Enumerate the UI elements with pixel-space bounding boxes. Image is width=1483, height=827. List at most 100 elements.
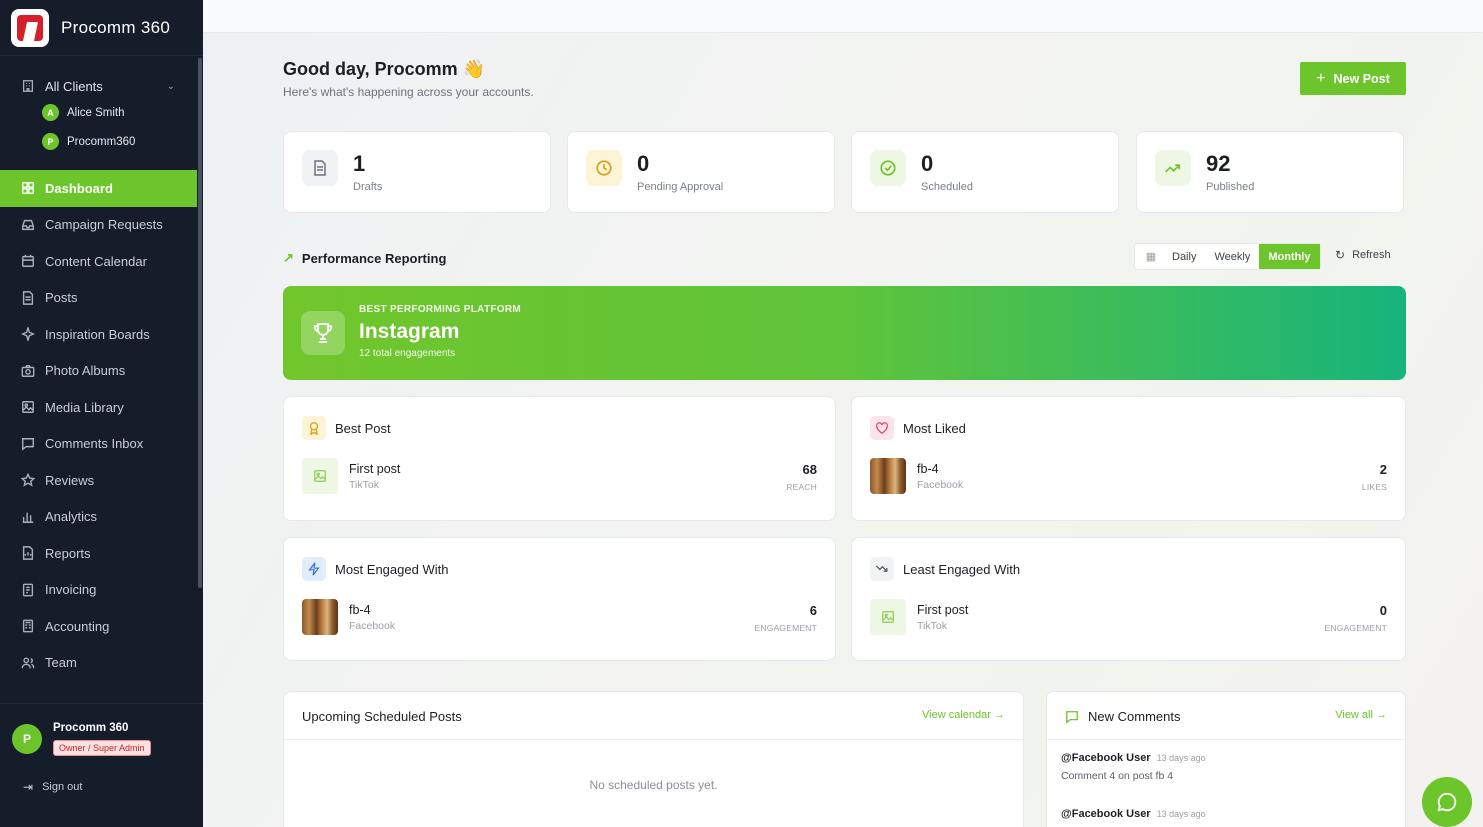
users-icon: [21, 657, 35, 669]
sidebar-item-campaign-requests[interactable]: Campaign Requests: [0, 207, 203, 244]
banner-platform: Instagram: [359, 320, 460, 343]
comment-item[interactable]: @Facebook User 13 days ago Comment 4 on p…: [1061, 752, 1206, 782]
sidebar-item-comments-inbox[interactable]: Comments Inbox: [0, 426, 203, 463]
most-liked-card[interactable]: Most Liked fb-4 Facebook 2 LIKES: [851, 396, 1406, 521]
sidebar-item-label: Team: [45, 655, 77, 671]
sidebar-item-reviews[interactable]: Reviews: [0, 462, 203, 499]
new-comments-card: New Comments View all → @Facebook User 13…: [1046, 691, 1406, 827]
period-daily[interactable]: Daily: [1163, 244, 1205, 269]
award-icon: [302, 416, 326, 440]
least-engaged-card[interactable]: Least Engaged With First post TikTok 0 E…: [851, 537, 1406, 661]
chevron-down-icon[interactable]: ⌄: [167, 81, 175, 92]
sidebar-item-photo-albums[interactable]: Photo Albums: [0, 353, 203, 390]
camera-icon: [21, 364, 35, 377]
document-icon: [22, 290, 34, 305]
post-title: fb-4: [917, 462, 939, 476]
sidebar-item-label: Analytics: [45, 509, 98, 525]
best-post-card[interactable]: Best Post First post TikTok 68 REACH: [283, 396, 836, 521]
plus-icon: +: [1316, 69, 1326, 87]
view-calendar-link[interactable]: View calendar →: [922, 709, 1005, 721]
most-engaged-card[interactable]: Most Engaged With fb-4 Facebook 6 ENGAGE…: [283, 537, 836, 661]
avatar[interactable]: P: [12, 724, 42, 754]
user-name: Procomm 360: [53, 722, 129, 734]
app-name: Procomm 360: [61, 17, 171, 37]
metric-label: ENGAGEMENT: [1324, 623, 1387, 633]
invoice-icon: [22, 583, 34, 597]
sidebar-item-dashboard[interactable]: Dashboard: [0, 170, 197, 207]
sidebar-item-media-library[interactable]: Media Library: [0, 389, 203, 426]
client-item-alice[interactable]: A Alice Smith: [0, 98, 203, 127]
stat-value: 0: [921, 151, 934, 176]
stat-card-scheduled[interactable]: 0 Scheduled: [851, 131, 1119, 213]
clock-icon: [586, 150, 622, 186]
app-logo: [11, 8, 49, 47]
client-item-procomm360[interactable]: P Procomm360: [0, 127, 203, 156]
post-platform: Facebook: [917, 479, 964, 491]
inbox-icon: [22, 219, 34, 230]
client-avatar: P: [42, 133, 59, 150]
wave-icon: 👋: [462, 59, 486, 79]
period-monthly[interactable]: Monthly: [1259, 244, 1320, 269]
chat-widget-button[interactable]: [1422, 777, 1472, 827]
post-title: fb-4: [349, 603, 371, 617]
card-title: Least Engaged With: [903, 561, 1021, 577]
period-weekly[interactable]: Weekly: [1205, 244, 1259, 269]
stat-value: 0: [637, 151, 650, 176]
stat-value: 1: [353, 151, 366, 176]
refresh-button[interactable]: ↻ Refresh: [1335, 248, 1391, 262]
sidebar-item-accounting[interactable]: Accounting: [0, 608, 203, 645]
best-platform-banner: BEST PERFORMING PLATFORM Instagram 12 to…: [283, 286, 1406, 380]
banner-engagements: 12 total engagements: [359, 348, 456, 359]
sidebar: Procomm 360 All Clients ⌄ A Alice Smith …: [0, 0, 203, 827]
sidebar-item-label: Dashboard: [45, 180, 113, 196]
upcoming-posts-card: Upcoming Scheduled Posts View calendar →…: [283, 691, 1024, 827]
metric-value: 68: [802, 462, 817, 477]
message-icon: [1437, 792, 1457, 812]
sidebar-item-inspiration-boards[interactable]: Inspiration Boards: [0, 316, 203, 353]
sidebar-item-invoicing[interactable]: Invoicing: [0, 572, 203, 609]
sidebar-item-reports[interactable]: Reports: [0, 535, 203, 572]
view-all-link[interactable]: View all →: [1335, 709, 1387, 721]
top-bar: [203, 0, 1483, 33]
post-thumbnail: [870, 458, 906, 494]
post-thumbnail: [870, 599, 906, 635]
sign-out-button[interactable]: ⇥ Sign out: [0, 756, 203, 794]
new-post-button[interactable]: + New Post: [1300, 62, 1406, 95]
section-title: ↗ Performance Reporting: [283, 250, 446, 266]
metric-value: 0: [1379, 603, 1387, 618]
trend-down-icon: [870, 557, 894, 581]
client-selector[interactable]: All Clients ⌄: [0, 74, 203, 98]
lightning-icon: [302, 557, 326, 581]
comment-item[interactable]: @Facebook User 13 days ago: [1061, 808, 1206, 820]
post-platform: TikTok: [349, 479, 379, 491]
sidebar-item-label: Campaign Requests: [45, 217, 163, 233]
card-title: New Comments: [1088, 709, 1181, 724]
stat-card-pending-approval[interactable]: 0 Pending Approval: [567, 131, 835, 213]
banner-label: BEST PERFORMING PLATFORM: [359, 304, 522, 315]
period-selector: ▦ Daily Weekly Monthly: [1134, 243, 1321, 270]
image-icon: [314, 470, 326, 482]
accounting-icon: [22, 619, 34, 633]
stat-card-published[interactable]: 92 Published: [1136, 131, 1404, 213]
stat-card-drafts[interactable]: 1 Drafts: [283, 131, 551, 213]
check-circle-icon: [870, 150, 906, 186]
sidebar-item-posts[interactable]: Posts: [0, 280, 203, 317]
sidebar-item-team[interactable]: Team: [0, 645, 203, 682]
sidebar-item-label: Inspiration Boards: [45, 326, 150, 342]
main-content: Good day, Procomm 👋 Here's what's happen…: [203, 33, 1483, 827]
report-icon: [22, 546, 34, 561]
comment-user: @Facebook User: [1061, 752, 1151, 764]
sidebar-item-label: Content Calendar: [45, 253, 147, 269]
brand[interactable]: Procomm 360: [0, 0, 203, 56]
post-thumbnail: [302, 599, 338, 635]
sidebar-item-content-calendar[interactable]: Content Calendar: [0, 243, 203, 280]
greeting-text: Good day, Procomm: [283, 59, 458, 79]
metric-label: LIKES: [1361, 482, 1387, 492]
sidebar-scrollbar[interactable]: [198, 58, 202, 588]
chat-icon: [22, 437, 34, 451]
client-selector-label: All Clients: [45, 78, 103, 94]
building-icon: [22, 80, 34, 92]
metric-value: 2: [1379, 462, 1387, 477]
sidebar-item-analytics[interactable]: Analytics: [0, 499, 203, 536]
client-name: Alice Smith: [67, 106, 125, 119]
